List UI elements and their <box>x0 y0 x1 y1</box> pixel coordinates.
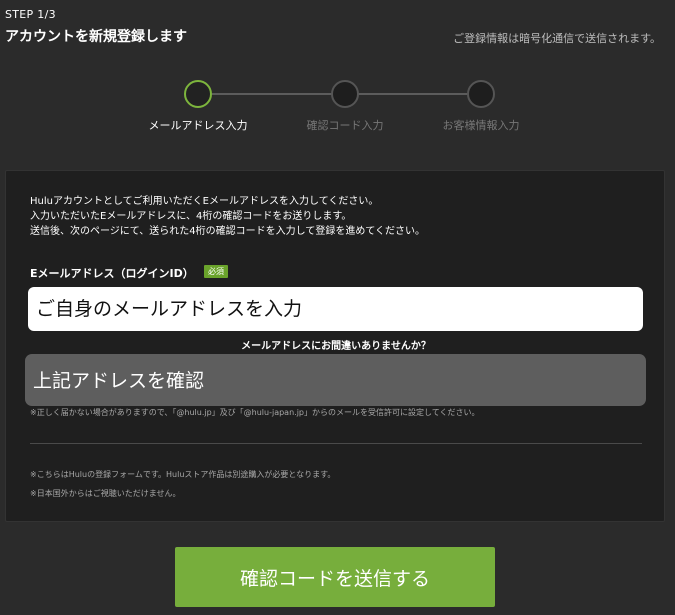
step-3-circle-icon <box>467 80 495 108</box>
step-connector <box>212 93 332 95</box>
secure-notice: ご登録情報は暗号化通信で送信されます。 <box>453 32 661 45</box>
step-1-label: メールアドレス入力 <box>148 119 248 132</box>
send-code-button[interactable]: 確認コードを送信する <box>175 547 495 607</box>
email-confirm-question: メールアドレスにお間違いありませんか？ <box>241 341 431 352</box>
email-field-label: Eメールアドレス（ログインID） <box>30 267 194 280</box>
intro-line: 送信後、次のページにて、送られた4桁の確認コードを入力して登録を進めてください。 <box>30 226 426 237</box>
page-title: アカウントを新規登録します <box>5 29 187 45</box>
required-badge: 必須 <box>204 265 228 278</box>
divider <box>30 443 642 444</box>
footnote-store: ※こちらはHuluの登録フォームです。Huluストア作品は別途購入が必要となりま… <box>30 470 336 479</box>
progress-stepper: メールアドレス入力 確認コード入力 お客様情報入力 <box>0 80 675 140</box>
signup-page: STEP 1/3 アカウントを新規登録します ご登録情報は暗号化通信で送信されま… <box>0 0 675 615</box>
mail-setting-note: ※正しく届かない場合がありますので、「@hulu.jp」及び「@hulu-jap… <box>30 408 480 417</box>
step-3-label: お客様情報入力 <box>442 119 520 132</box>
intro-text: Huluアカウントとしてご利用いただくEメールアドレスを入力してください。 入力… <box>30 194 425 239</box>
step-1-circle-icon <box>184 80 212 108</box>
intro-line: 入力いただいたEメールアドレスに、4桁の確認コードをお送りします。 <box>30 211 352 222</box>
intro-line: Huluアカウントとしてご利用いただくEメールアドレスを入力してください。 <box>30 196 379 207</box>
email-confirm-display: 上記アドレスを確認 <box>25 354 646 406</box>
step-connector <box>358 93 468 95</box>
step-2-label: 確認コード入力 <box>306 119 384 132</box>
footnote-region: ※日本国外からはご視聴いただけません。 <box>30 489 181 498</box>
step-counter: STEP 1/3 <box>5 8 56 21</box>
step-2-circle-icon <box>331 80 359 108</box>
registration-form-panel: Huluアカウントとしてご利用いただくEメールアドレスを入力してください。 入力… <box>5 170 665 522</box>
email-confirm-text: 上記アドレスを確認 <box>33 370 205 392</box>
email-input[interactable] <box>28 287 643 331</box>
